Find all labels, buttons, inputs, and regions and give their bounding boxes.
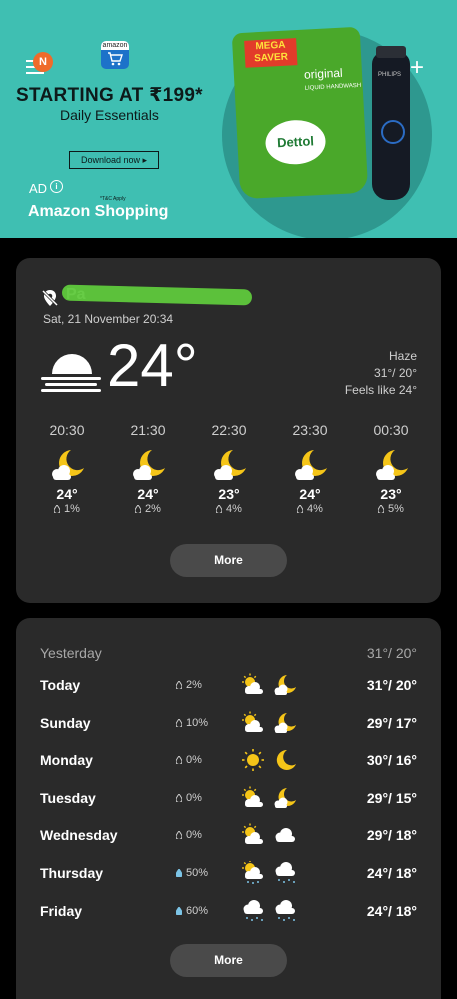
day-precip: 60% [176, 905, 208, 917]
condition-block: Haze 31°/ 20° Feels like 24° [345, 348, 417, 399]
ad-label: AD [29, 181, 48, 196]
haze-icon [41, 354, 101, 392]
day-name: Monday [40, 752, 93, 769]
day-name: Today [40, 677, 81, 693]
moon-cloud-icon [280, 448, 340, 482]
sun-icon [240, 748, 266, 777]
yesterday-temps: 31°/ 20° [366, 645, 417, 661]
rain-icon [272, 861, 298, 890]
tnc-text: *T&C Apply [100, 196, 126, 202]
moon-cloud-icon [199, 448, 259, 482]
daily-row[interactable]: Tuesday 0% 29°/ 15° [16, 784, 441, 814]
rain-icon [240, 899, 266, 928]
day-temps: 31°/ 20° [366, 677, 417, 693]
moon-cloud-icon [272, 711, 298, 740]
day-temps: 24°/ 18° [366, 902, 417, 919]
more-daily-button[interactable]: More [170, 944, 287, 977]
ad-subline: Daily Essentials [60, 107, 159, 123]
sun-cloud-icon [240, 711, 266, 740]
day-name: Wednesday [40, 827, 118, 844]
daily-row[interactable]: Friday 60% 24°/ 18° [16, 897, 441, 927]
daily-row[interactable]: Monday 0% 30°/ 16° [16, 746, 441, 776]
hour-precip: 4% [280, 503, 340, 515]
download-now-button[interactable]: Download now ▸ [69, 151, 159, 169]
rain-icon [272, 899, 298, 928]
hour-time: 21:30 [130, 422, 166, 438]
more-hourly-button[interactable]: More [170, 544, 287, 577]
moon-cloud-icon [37, 448, 97, 482]
cloud-icon [272, 823, 298, 852]
moon-cloud-icon [272, 673, 298, 702]
redaction-scribble [61, 284, 253, 306]
hour-precip: 5% [361, 503, 421, 515]
hour-time: 22:30 [211, 422, 247, 438]
daily-row[interactable]: Wednesday 0% 29°/ 18° [16, 821, 441, 851]
day-temps: 30°/ 16° [366, 752, 417, 769]
hour-temp: 24° [299, 486, 321, 502]
hour-precip: 2% [118, 503, 178, 515]
day-name: Friday [40, 902, 83, 919]
yesterday-label: Yesterday [40, 645, 102, 661]
daily-row[interactable]: Today 2% 31°/ 20° [16, 671, 441, 701]
day-precip: 0% [176, 754, 202, 766]
daily-row[interactable]: Sunday 10% 29°/ 17° [16, 709, 441, 739]
day-temps: 29°/ 18° [366, 827, 417, 844]
hour-temp: 23° [218, 486, 240, 502]
sun-cloud-icon [240, 673, 266, 702]
day-precip: 0% [176, 829, 202, 841]
hourly-item[interactable]: 20:30 24° 1% [37, 422, 97, 515]
daily-row[interactable]: Thursday 50% 24°/ 18° [16, 859, 441, 889]
sun-cloud-icon [240, 823, 266, 852]
sun-cloud-icon [240, 786, 266, 815]
current-weather-card[interactable]: Pa Sat, 21 November 20:34 24° Haze 31°/ … [16, 258, 441, 603]
day-temps: 29°/ 17° [366, 714, 417, 731]
ad-banner[interactable]: N amazon STARTING AT ₹199* Daily Essenti… [0, 0, 457, 238]
moon-cloud-icon [118, 448, 178, 482]
ad-headline: STARTING AT ₹199* [16, 85, 203, 106]
condition-text: Haze [388, 349, 417, 363]
day-temps: 29°/ 15° [366, 789, 417, 806]
hour-temp: 23° [380, 486, 402, 502]
day-precip: 2% [176, 679, 202, 691]
hourly-item[interactable]: 00:30 23° 5% [361, 422, 421, 515]
daily-forecast-card[interactable]: Yesterday 31°/ 20° Today 2% 31°/ 20° Sunday… [16, 618, 441, 999]
high-low-text: 31°/ 20° [374, 366, 417, 380]
plus-icon[interactable]: + [410, 56, 424, 80]
notification-badge: N [33, 52, 53, 72]
day-precip: 0% [176, 792, 202, 804]
day-name: Sunday [40, 714, 91, 731]
sun-rain-icon [240, 860, 266, 890]
ad-brand-name: Amazon Shopping [28, 203, 169, 220]
day-name: Tuesday [40, 789, 96, 806]
day-precip: 50% [176, 867, 208, 879]
hour-temp: 24° [56, 486, 78, 502]
hour-time: 00:30 [373, 422, 409, 438]
moon-cloud-icon [272, 786, 298, 815]
handwash-pouch-image: MEGA SAVER original LIQUID HANDWASH Dett… [231, 26, 369, 200]
current-datetime: Sat, 21 November 20:34 [43, 312, 174, 326]
feels-like-text: Feels like 24° [344, 383, 417, 397]
day-precip: 10% [176, 717, 208, 729]
day-name: Thursday [40, 865, 104, 881]
trimmer-image: PHILIPS [372, 46, 410, 200]
hourly-item[interactable]: 23:30 24° 4% [280, 422, 340, 515]
hourly-item[interactable]: 21:30 24° 2% [118, 422, 178, 515]
hour-precip: 1% [37, 503, 97, 515]
moon-cloud-icon [361, 448, 421, 482]
hour-time: 20:30 [49, 422, 85, 438]
info-icon[interactable]: i [50, 180, 63, 193]
amazon-logo-icon: amazon [101, 41, 129, 69]
hourly-item[interactable]: 22:30 23° 4% [199, 422, 259, 515]
day-temps: 24°/ 18° [366, 865, 417, 881]
moon-icon [272, 748, 298, 777]
location-off-icon [41, 289, 59, 307]
hour-precip: 4% [199, 503, 259, 515]
hour-temp: 24° [137, 486, 159, 502]
current-temperature: 24° [107, 332, 198, 399]
hour-time: 23:30 [292, 422, 328, 438]
